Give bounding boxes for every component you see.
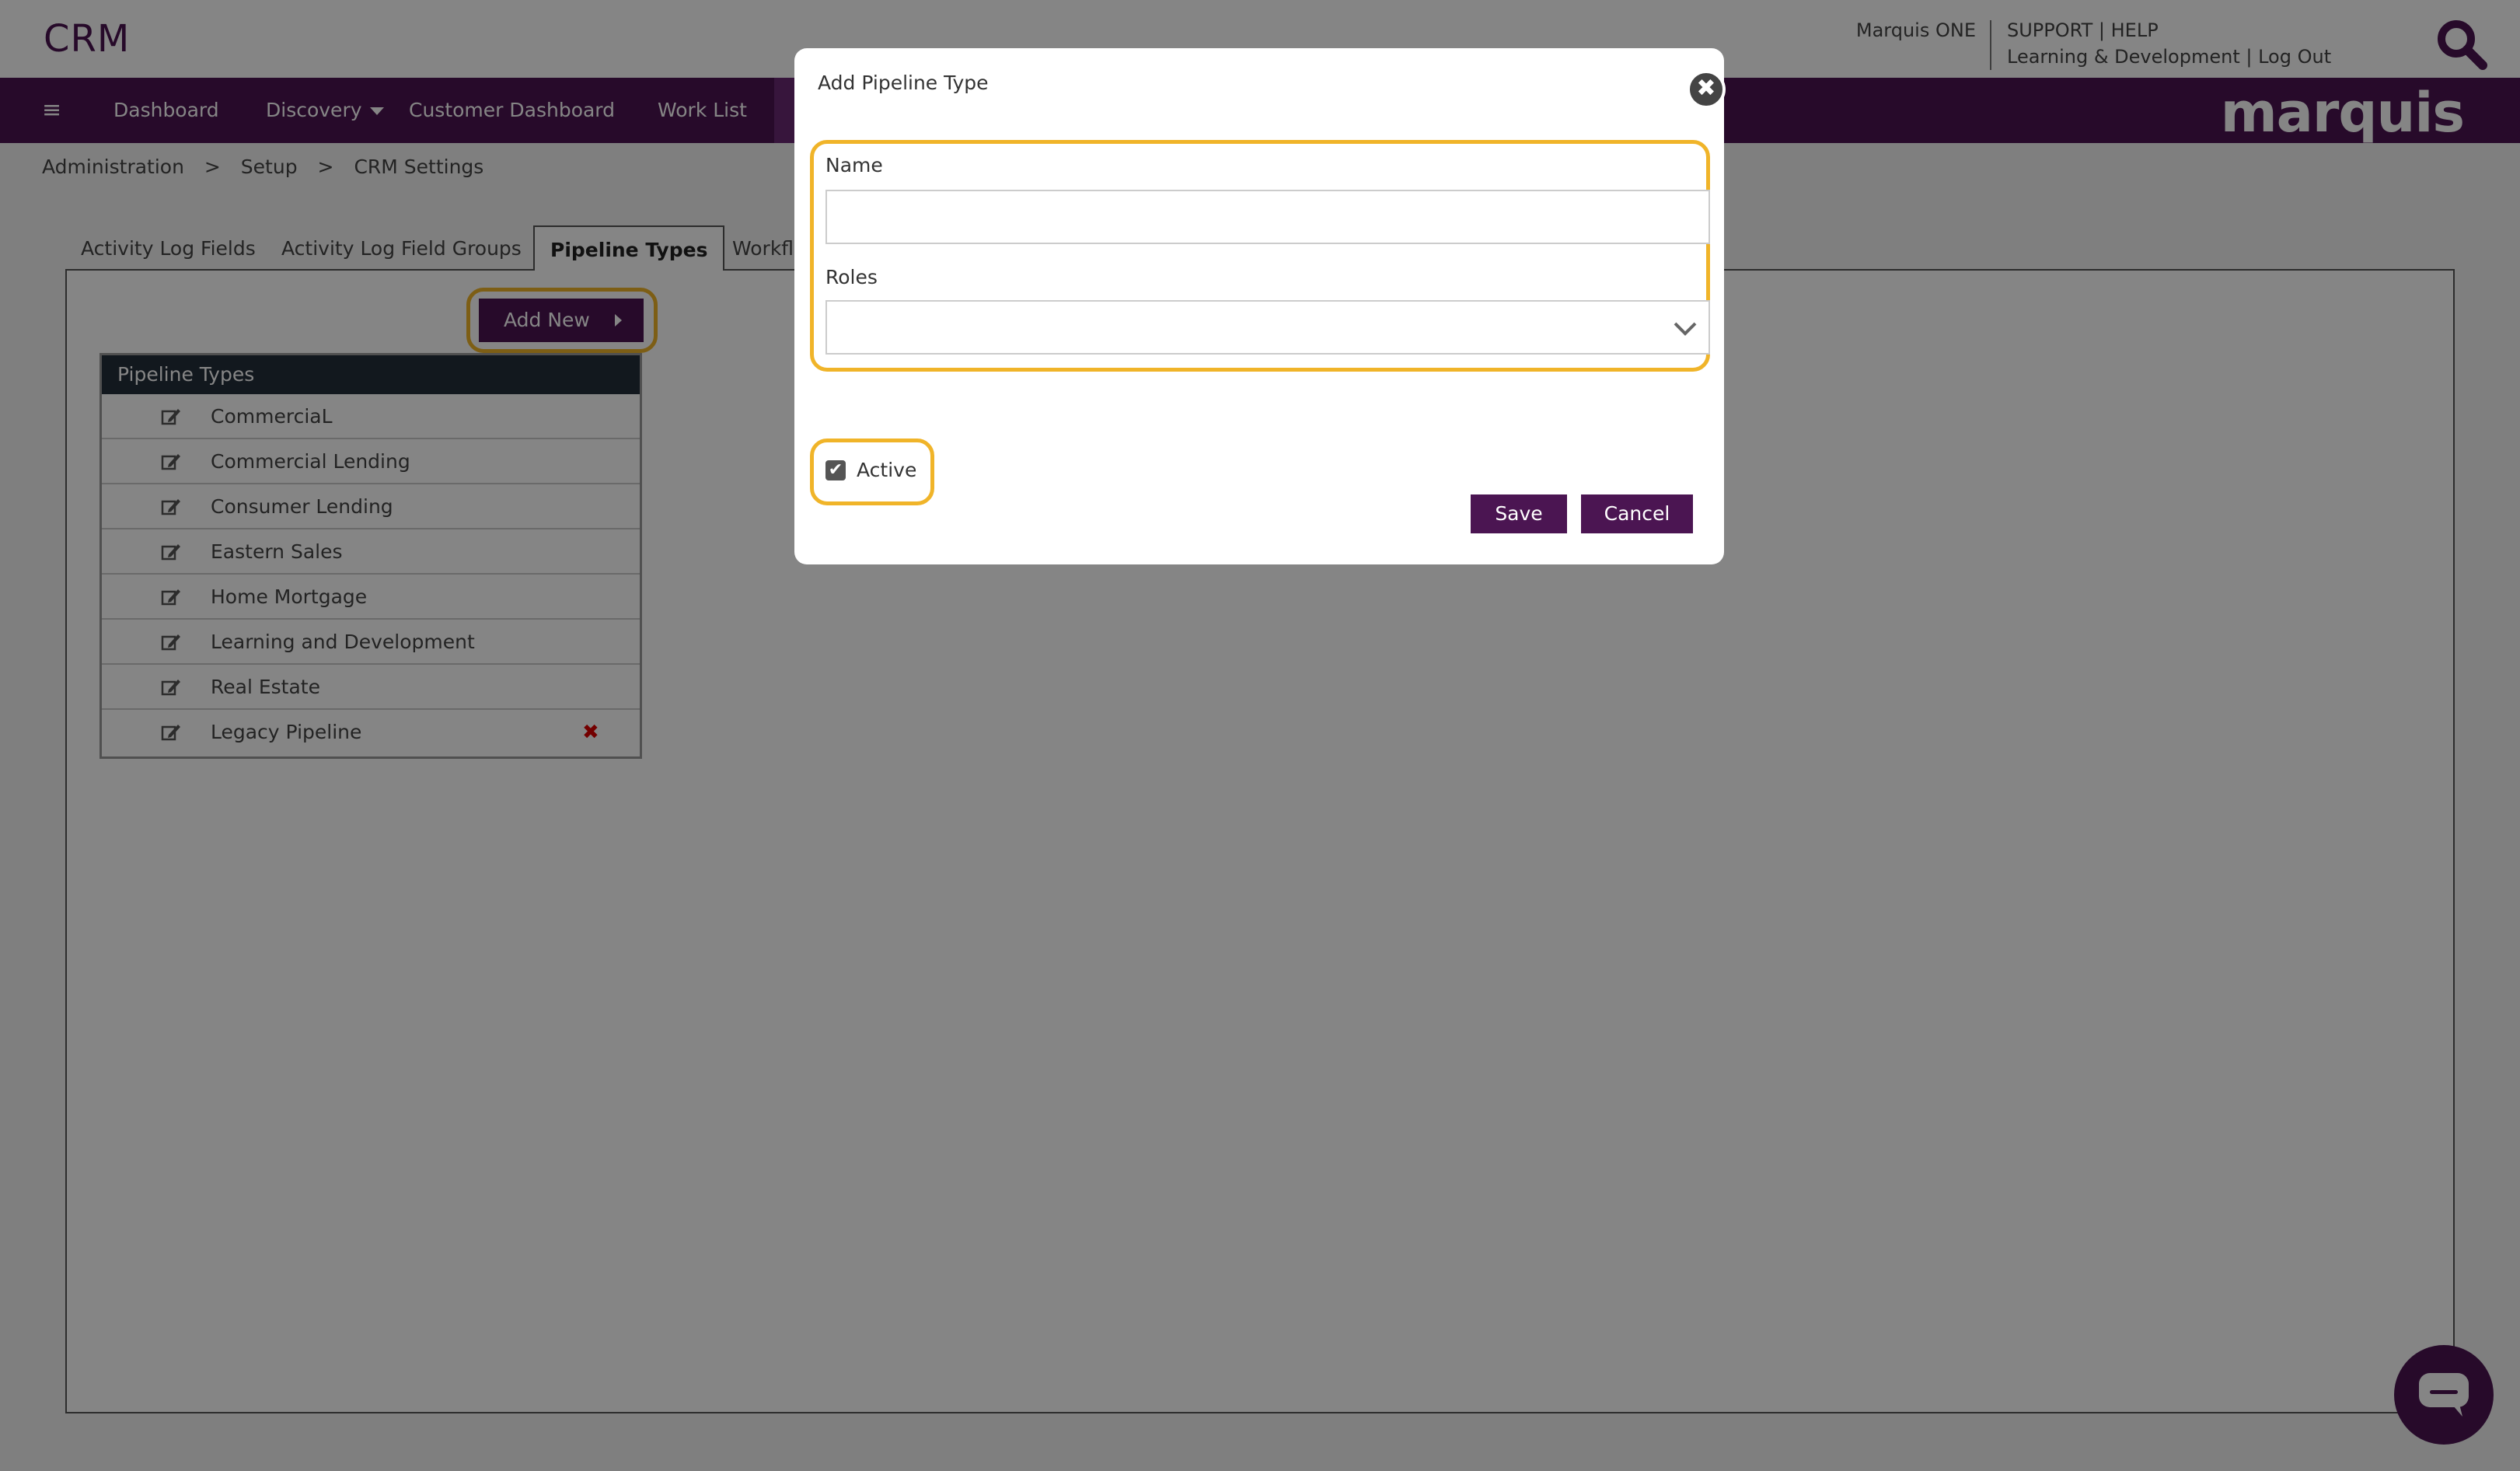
roles-select[interactable] <box>825 300 1710 355</box>
cancel-button[interactable]: Cancel <box>1581 494 1693 533</box>
save-button[interactable]: Save <box>1471 494 1567 533</box>
roles-label: Roles <box>825 266 878 288</box>
name-label: Name <box>825 154 883 176</box>
add-pipeline-type-dialog: Add Pipeline Type ✖ Name Roles ✔ Active … <box>794 48 1726 564</box>
active-checkbox[interactable]: ✔ <box>825 460 846 480</box>
dialog-title: Add Pipeline Type <box>818 72 989 94</box>
name-input[interactable] <box>825 190 1710 244</box>
close-icon[interactable]: ✖ <box>1687 70 1726 109</box>
chevron-down-icon <box>1674 322 1697 336</box>
active-label: Active <box>857 459 917 481</box>
